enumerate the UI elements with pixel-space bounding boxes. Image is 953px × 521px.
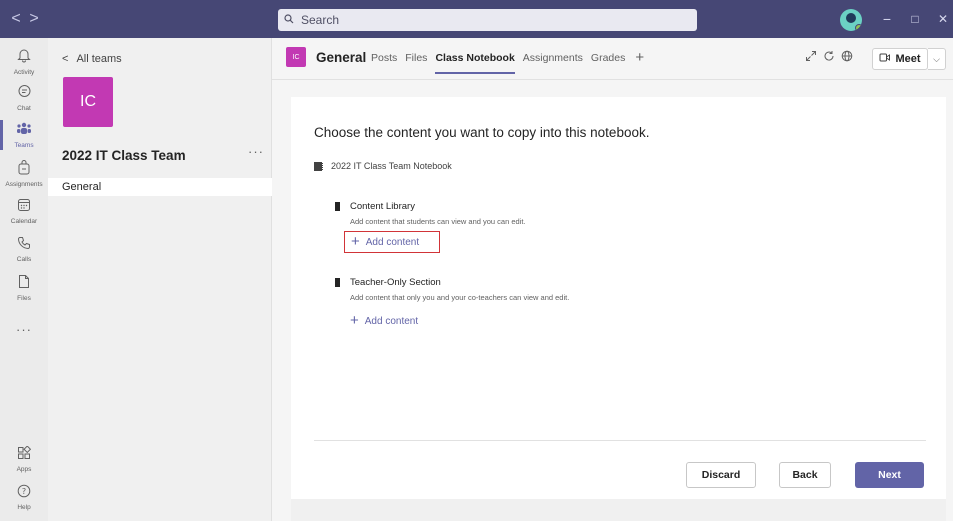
section-icon [335, 278, 340, 287]
rail-activity[interactable]: Activity [0, 48, 48, 77]
team-avatar: IC [63, 77, 113, 127]
tab-grades[interactable]: Grades [591, 52, 625, 74]
search-placeholder: Search [301, 13, 340, 27]
rail-calendar[interactable]: Calendar [0, 198, 48, 226]
help-icon: ? [0, 484, 48, 503]
content-bottom-area [291, 499, 946, 521]
section-icon [335, 202, 340, 211]
section-content-library: Content Library Add content that student… [335, 201, 526, 226]
tab-posts[interactable]: Posts [371, 52, 397, 74]
app-rail: Activity Chat Teams Assignments Calendar… [0, 38, 48, 521]
meet-dropdown-chevron-icon[interactable]: ⌵ [928, 48, 946, 70]
footer-divider [314, 440, 926, 441]
maximize-button[interactable]: □ [906, 9, 924, 29]
section-title: Content Library [350, 201, 415, 212]
tab-files[interactable]: Files [405, 52, 427, 74]
channel-team-badge: IC [286, 47, 306, 67]
meet-button[interactable]: Meet [872, 48, 928, 70]
section-description: Add content that only you and your co-te… [350, 293, 570, 302]
back-button[interactable]: Back [779, 462, 831, 488]
discard-button[interactable]: Discard [686, 462, 756, 488]
bell-icon [0, 48, 48, 68]
add-tab-button[interactable]: + [635, 50, 644, 74]
search-input[interactable]: Search [278, 9, 697, 31]
tab-class-notebook[interactable]: Class Notebook [435, 52, 516, 74]
chevron-left-icon: < [62, 53, 69, 65]
refresh-icon[interactable] [823, 50, 835, 65]
section-title: Teacher-Only Section [350, 277, 441, 288]
chat-icon [0, 84, 48, 104]
assignments-icon [0, 160, 48, 180]
back-nav-icon[interactable]: < [8, 9, 24, 29]
tab-assignments[interactable]: Assignments [523, 52, 583, 74]
rail-files[interactable]: Files [0, 274, 48, 303]
notebook-name: 2022 IT Class Team Notebook [314, 161, 452, 171]
add-content-button-teacher-only[interactable]: + Add content [344, 310, 424, 332]
channel-title: General [316, 50, 367, 65]
page-title: Choose the content you want to copy into… [314, 125, 650, 140]
team-pane: < All teams IC 2022 IT Class Team ··· Gen… [48, 38, 272, 521]
channel-tabs: Posts Files Class Notebook Assignments G… [371, 50, 644, 74]
minimize-button[interactable]: − [878, 9, 896, 29]
presence-status-icon [855, 24, 862, 31]
forward-nav-icon[interactable]: > [26, 9, 42, 29]
file-icon [0, 274, 48, 294]
channel-item-general[interactable]: General [48, 178, 272, 196]
rail-calls[interactable]: Calls [0, 236, 48, 264]
section-description: Add content that students can view and y… [350, 217, 526, 226]
rail-teams[interactable]: Teams [0, 120, 48, 150]
section-teacher-only: Teacher-Only Section Add content that on… [335, 277, 569, 302]
team-more-options-icon[interactable]: ··· [248, 144, 264, 159]
rail-apps[interactable]: Apps [0, 445, 48, 474]
notebook-icon [314, 161, 323, 171]
search-icon [284, 13, 298, 27]
apps-icon [0, 445, 48, 465]
plus-icon: + [351, 233, 360, 250]
more-apps-icon[interactable]: ··· [0, 322, 48, 337]
add-content-button-library[interactable]: + Add content [344, 231, 440, 253]
rail-chat[interactable]: Chat [0, 84, 48, 113]
video-camera-icon [879, 52, 891, 66]
plus-icon: + [350, 312, 359, 329]
rail-help[interactable]: ? Help [0, 484, 48, 512]
phone-icon [0, 236, 48, 255]
teams-icon [0, 122, 48, 141]
title-bar: < > Search − □ ✕ [0, 0, 953, 38]
close-button[interactable]: ✕ [934, 9, 952, 29]
rail-assignments[interactable]: Assignments [0, 160, 48, 189]
calendar-icon [0, 198, 48, 217]
globe-icon[interactable] [841, 50, 853, 65]
all-teams-link[interactable]: < All teams [62, 53, 122, 65]
expand-icon[interactable] [805, 50, 817, 65]
user-avatar[interactable] [840, 9, 862, 31]
avatar-face [846, 13, 856, 23]
svg-text:?: ? [22, 487, 26, 496]
copy-content-card: Choose the content you want to copy into… [291, 97, 946, 499]
team-name: 2022 IT Class Team [62, 148, 186, 163]
channel-header: IC General Posts Files Class Notebook As… [272, 38, 953, 80]
next-button[interactable]: Next [855, 462, 924, 488]
